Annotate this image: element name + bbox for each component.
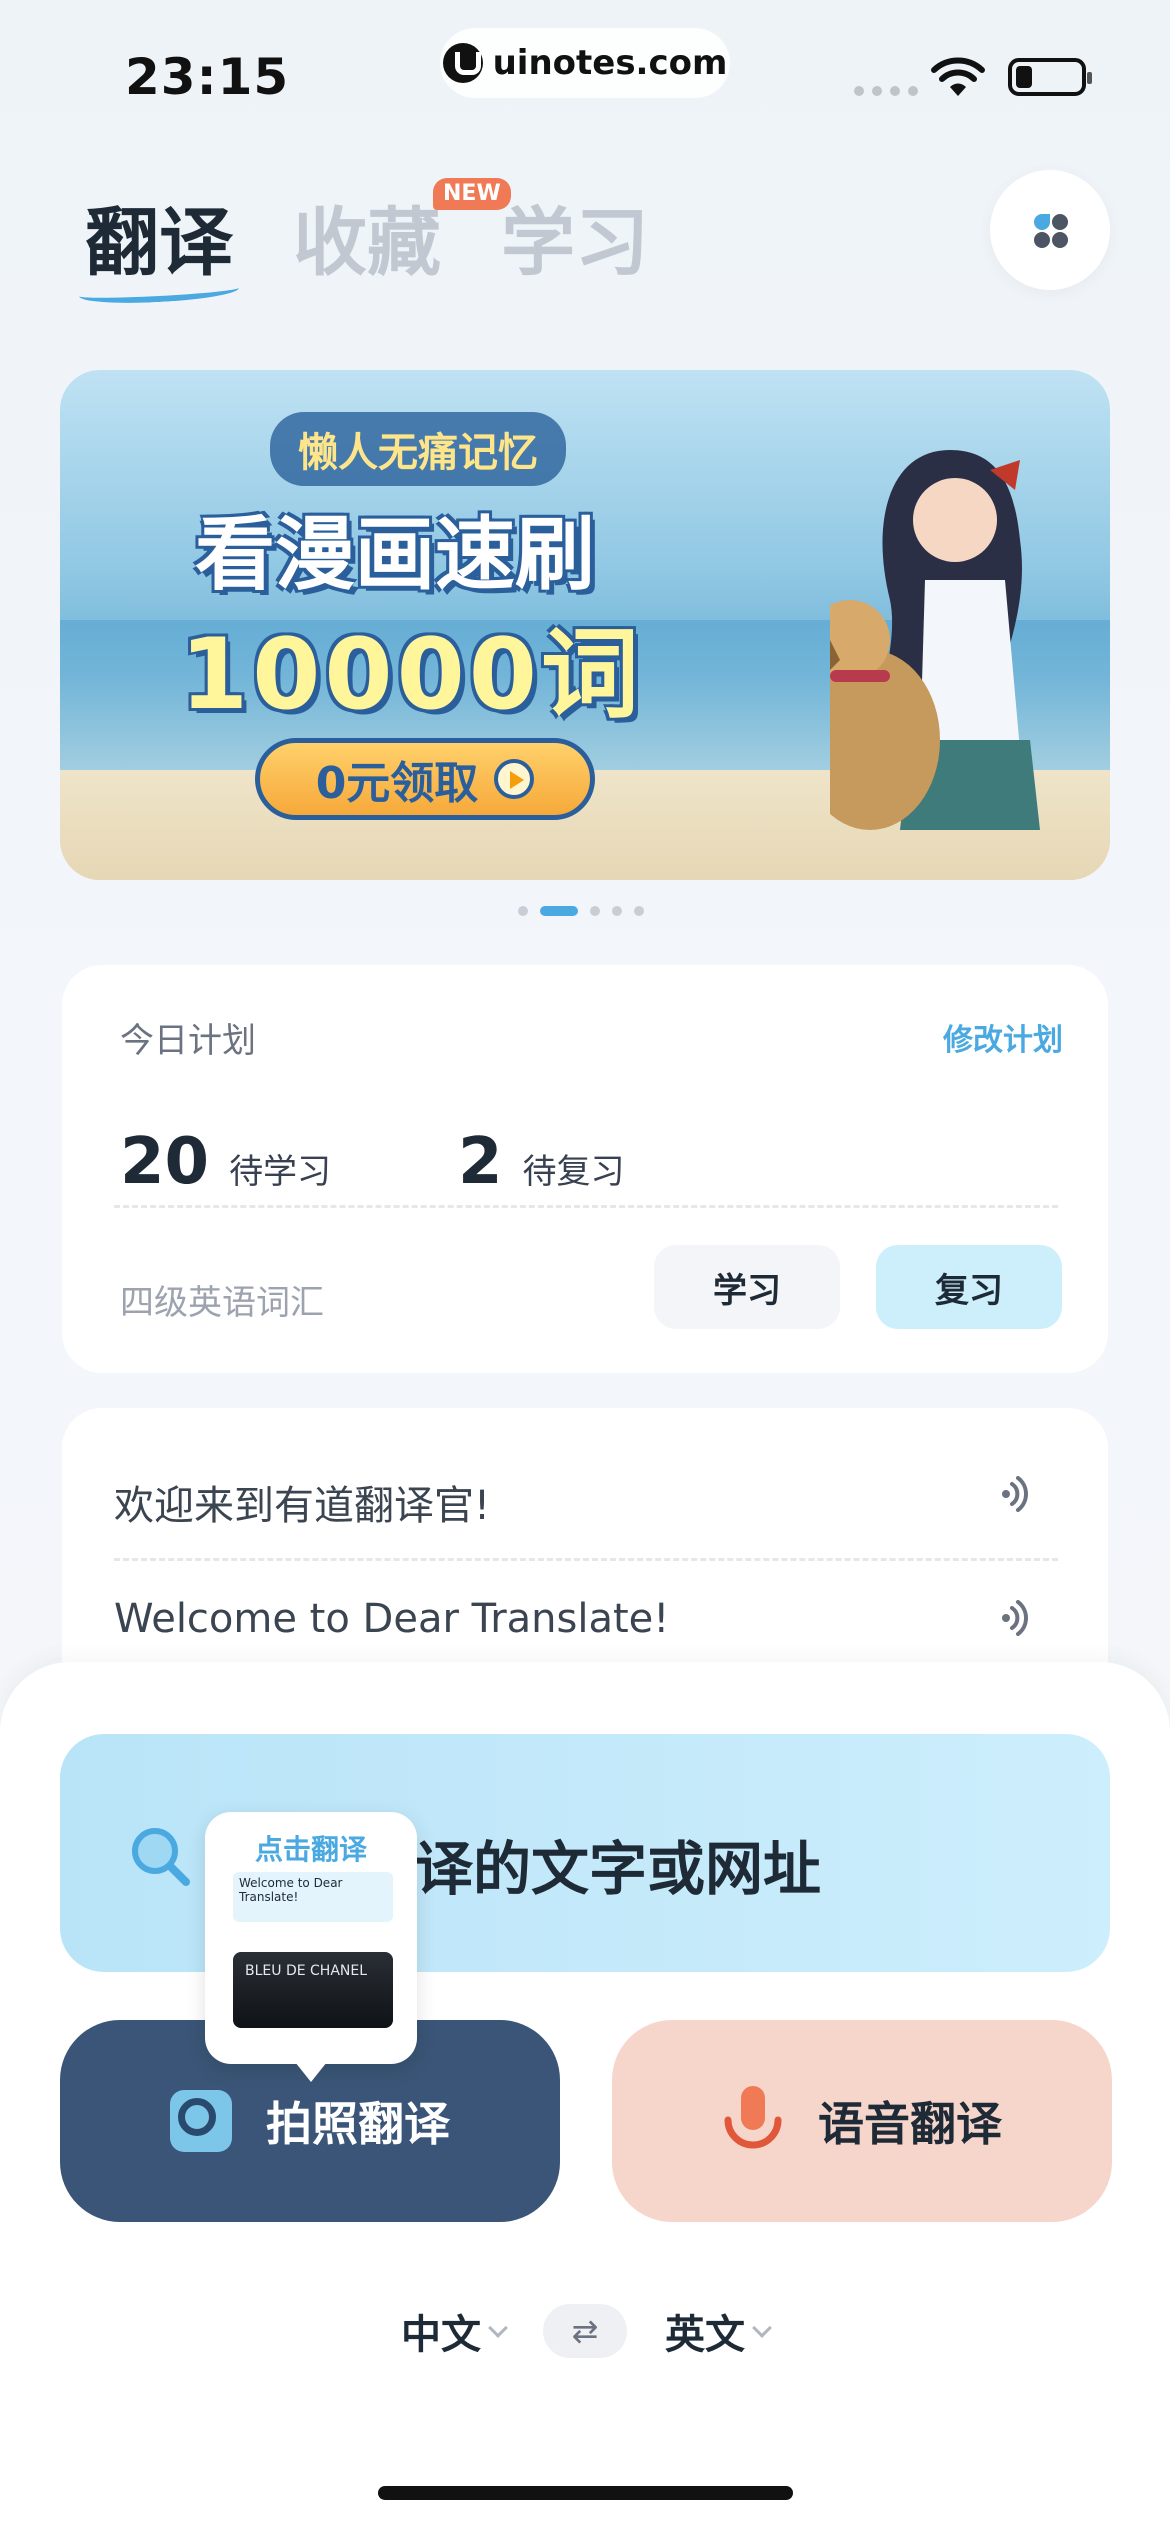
new-badge: NEW <box>433 178 511 210</box>
translator-home: 23:15 uinotes.com 翻译 收藏 NEW 学习 懒人无痛记忆 看漫… <box>0 0 1170 2532</box>
plan-divider <box>114 1205 1058 1208</box>
source-language-label: 中文 <box>401 2312 481 2358</box>
wifi-icon <box>931 57 985 96</box>
tooltip-title: 点击翻译 <box>254 1833 367 1866</box>
daily-plan-card: 今日计划 修改计划 20 待学习 2 待复习 四级英语词汇 学习 复习 <box>62 965 1108 1373</box>
tab-favorites-label: 收藏 <box>293 200 441 286</box>
cellular-signal-icon <box>854 86 918 96</box>
status-bar: 23:15 uinotes.com <box>0 0 1170 140</box>
pagination-dot <box>518 906 528 916</box>
banner-words: 10000词 <box>180 618 643 732</box>
voice-translate-button[interactable]: 语音翻译 <box>612 2020 1112 2222</box>
chevron-down-icon <box>752 2318 772 2338</box>
url-pill[interactable]: uinotes.com <box>440 28 730 98</box>
welcome-divider <box>114 1558 1058 1561</box>
welcome-line-en[interactable]: Welcome to Dear Translate! <box>114 1596 669 1642</box>
speaker-icon[interactable] <box>1000 1474 1028 1514</box>
pagination-dot-active <box>540 906 578 916</box>
to-review-label: 待复习 <box>522 1152 625 1192</box>
language-selector: 中文 ⇄ 英文 <box>0 2296 1170 2366</box>
pagination-dot <box>612 906 622 916</box>
source-language-select[interactable]: 中文 <box>401 2302 508 2360</box>
grid-dot <box>1052 232 1068 248</box>
tab-study[interactable]: 学习 <box>501 206 649 280</box>
microphone-icon <box>724 2086 782 2149</box>
plan-title: 今日计划 <box>120 1021 256 1061</box>
plan-wordbook[interactable]: 四级英语词汇 <box>120 1275 324 1324</box>
translate-input-placeholder: 译的文字或网址 <box>415 1835 822 1903</box>
voice-translate-label: 语音翻译 <box>818 2097 1002 2151</box>
camera-icon <box>170 2090 232 2152</box>
tooltip-photo-preview: BLEU DE CHANEL <box>233 1952 393 2028</box>
home-indicator[interactable] <box>378 2486 793 2500</box>
grid-dot <box>1052 214 1068 230</box>
tooltip-preview: Welcome to Dear Translate! <box>233 1872 393 1922</box>
to-learn-label: 待学习 <box>229 1152 332 1192</box>
pagination-dot <box>590 906 600 916</box>
promo-banner[interactable]: 懒人无痛记忆 看漫画速刷 10000词 0元领取 <box>60 370 1110 880</box>
banner-pagination <box>518 906 644 916</box>
review-button[interactable]: 复习 <box>876 1245 1062 1329</box>
banner-cta-label: 0元领取 <box>315 758 479 809</box>
to-review-count: 2 <box>458 1125 503 1199</box>
illustration-girl-dog <box>830 450 1040 830</box>
to-learn-stat: 20 待学习 <box>120 1125 331 1199</box>
target-language-label: 英文 <box>665 2312 745 2358</box>
grid-dots-icon <box>1034 214 1050 230</box>
edit-plan-link[interactable]: 修改计划 <box>943 1015 1063 1059</box>
photo-translate-label: 拍照翻译 <box>266 2097 450 2151</box>
swap-languages-button[interactable]: ⇄ <box>543 2304 627 2358</box>
url-text: uinotes.com <box>492 43 728 83</box>
tap-to-translate-tooltip[interactable]: 点击翻译 Welcome to Dear Translate! BLEU DE … <box>205 1812 417 2082</box>
chevron-down-icon <box>488 2318 508 2338</box>
banner-subtitle: 懒人无痛记忆 <box>270 412 566 486</box>
tab-translate[interactable]: 翻译 <box>85 206 233 280</box>
banner-cta-button[interactable]: 0元领取 <box>255 738 595 820</box>
grid-menu-button[interactable] <box>990 170 1110 290</box>
status-time: 23:15 <box>125 48 290 106</box>
pagination-dot <box>634 906 644 916</box>
swap-icon: ⇄ <box>571 2312 599 2350</box>
site-logo-icon <box>442 43 483 83</box>
to-review-stat: 2 待复习 <box>458 1125 625 1199</box>
grid-dot <box>1034 232 1050 248</box>
play-icon <box>494 759 535 799</box>
translate-sheet: 译的文字或网址 点击翻译 Welcome to Dear Translate! … <box>0 1662 1170 2532</box>
tab-favorites[interactable]: 收藏 NEW <box>293 178 511 280</box>
study-button[interactable]: 学习 <box>654 1245 840 1329</box>
header-tabs: 翻译 收藏 NEW 学习 <box>85 170 649 280</box>
to-learn-count: 20 <box>120 1125 210 1199</box>
battery-icon <box>1008 58 1092 96</box>
banner-title: 看漫画速刷 <box>195 508 595 601</box>
speaker-icon[interactable] <box>1000 1598 1028 1638</box>
search-icon <box>132 1828 190 1886</box>
target-language-select[interactable]: 英文 <box>665 2302 772 2360</box>
welcome-line-zh[interactable]: 欢迎来到有道翻译官! <box>114 1473 490 1531</box>
